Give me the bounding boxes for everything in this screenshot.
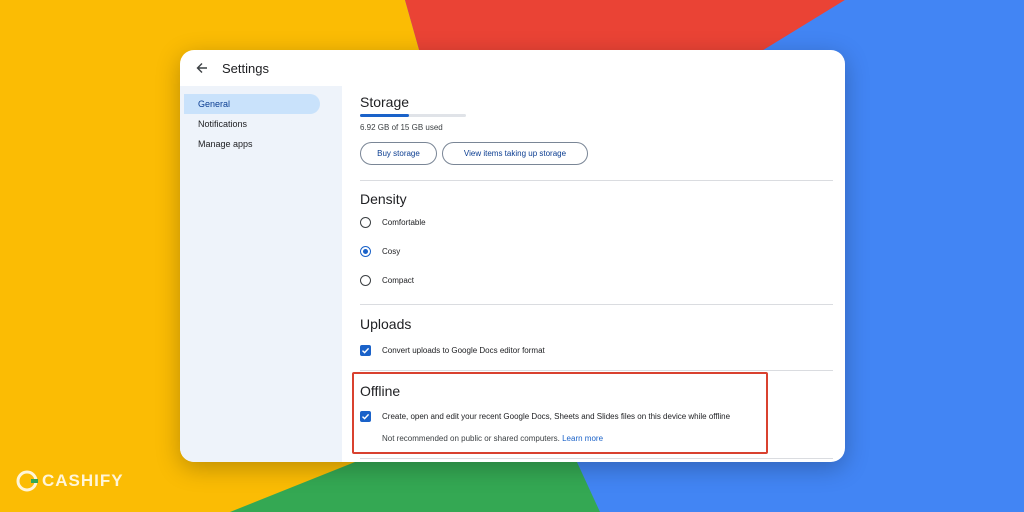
- storage-used-text: 6.92 GB of 15 GB used: [360, 123, 443, 132]
- sidebar-item-notifications[interactable]: Notifications: [184, 114, 320, 134]
- cashify-watermark: CASHIFY: [16, 470, 124, 492]
- title-bar: Settings: [180, 50, 845, 86]
- storage-section: Storage 6.92 GB of 15 GB used Buy storag…: [360, 86, 833, 181]
- storage-title: Storage: [360, 94, 410, 110]
- window-title: Settings: [222, 60, 269, 76]
- sidebar-item-manage-apps[interactable]: Manage apps: [184, 134, 320, 154]
- sidebar-item-label: General: [198, 99, 231, 109]
- uploads-section: Uploads Convert uploads to Google Docs e…: [360, 305, 833, 371]
- back-arrow-icon[interactable]: [192, 58, 212, 78]
- radio-button[interactable]: [360, 217, 371, 228]
- density-option-compact[interactable]: Compact: [360, 275, 414, 286]
- density-option-cosy[interactable]: Cosy: [360, 246, 400, 257]
- radio-button[interactable]: [360, 275, 371, 286]
- watermark-text: CASHIFY: [42, 471, 124, 490]
- cashify-logo-icon: [16, 470, 38, 492]
- density-title: Density: [360, 191, 407, 207]
- option-label: Cosy: [382, 247, 401, 256]
- sidebar-item-label: Manage apps: [198, 139, 253, 149]
- option-label: Compact: [382, 276, 415, 285]
- divider: [360, 458, 833, 459]
- storage-usage-bar: [360, 114, 466, 117]
- convert-uploads-option[interactable]: Convert uploads to Google Docs editor fo…: [360, 345, 545, 356]
- view-storage-items-button[interactable]: View items taking up storage: [442, 142, 588, 165]
- density-option-comfortable[interactable]: Comfortable: [360, 217, 426, 228]
- option-label: Convert uploads to Google Docs editor fo…: [382, 346, 545, 355]
- uploads-title: Uploads: [360, 316, 412, 332]
- storage-usage-fill: [360, 114, 409, 117]
- option-label: Comfortable: [382, 218, 426, 227]
- settings-window: Settings General Notifications Manage ap…: [180, 50, 845, 462]
- checkmark-icon: [362, 347, 370, 354]
- sidebar: General Notifications Manage apps: [180, 86, 342, 462]
- sidebar-item-label: Notifications: [198, 119, 248, 129]
- sidebar-item-general[interactable]: General: [184, 94, 320, 114]
- offline-highlight-box: [352, 372, 768, 454]
- density-section: Density Comfortable Cosy Compact: [360, 181, 833, 305]
- checkbox-checked[interactable]: [360, 345, 371, 356]
- buy-storage-button[interactable]: Buy storage: [360, 142, 437, 165]
- radio-button-selected[interactable]: [360, 246, 371, 257]
